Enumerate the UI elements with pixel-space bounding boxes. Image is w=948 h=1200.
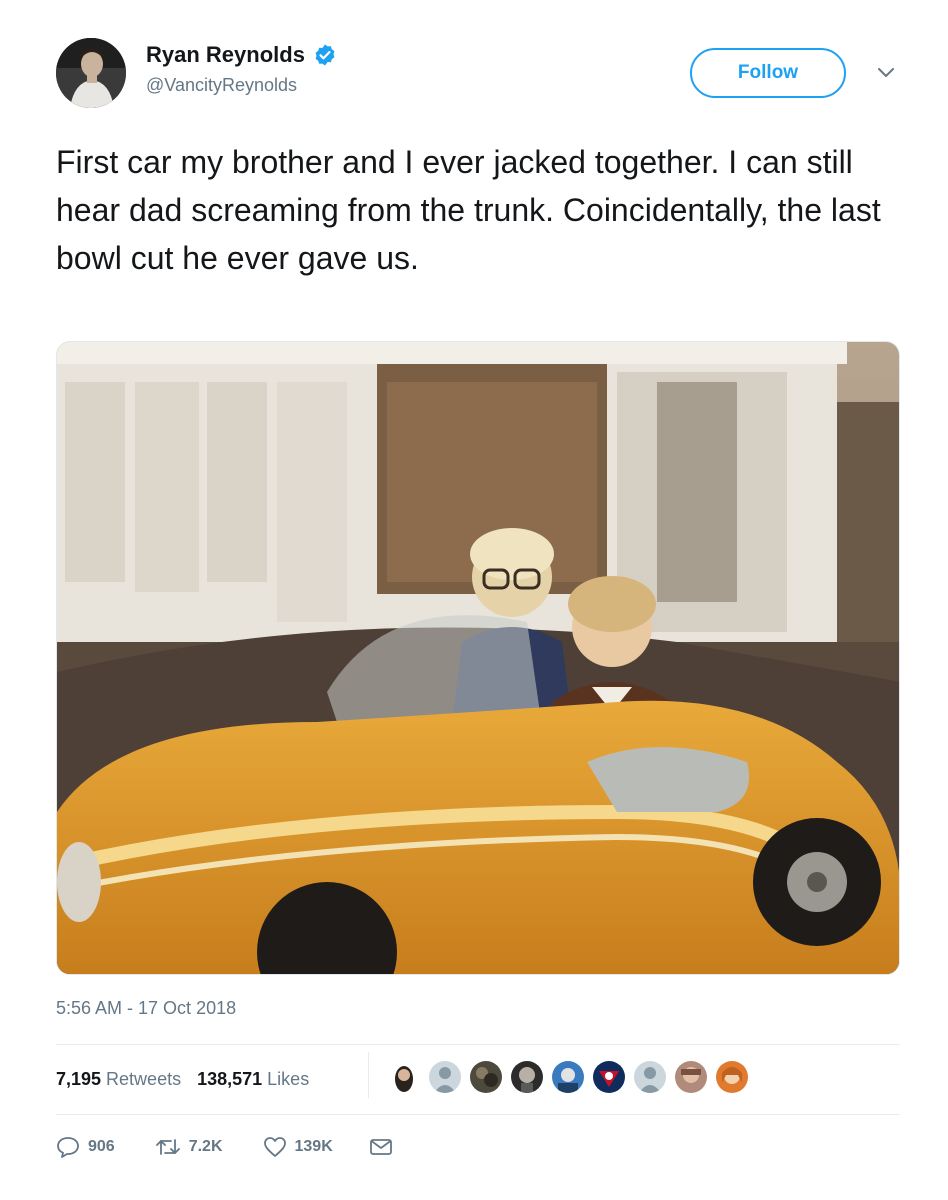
divider	[56, 1114, 900, 1115]
direct-message-button[interactable]	[369, 1137, 401, 1157]
reply-icon	[57, 1137, 79, 1158]
reply-count: 906	[88, 1138, 115, 1155]
liker-avatar[interactable]	[388, 1061, 420, 1093]
tweet-text: First car my brother and I ever jacked t…	[56, 144, 881, 276]
like-button[interactable]: 139K	[263, 1136, 333, 1158]
stats-separator	[368, 1052, 369, 1098]
author-handle[interactable]: @VancityReynolds	[146, 75, 337, 96]
like-count: 139K	[294, 1138, 333, 1155]
tweet-actions: 906 7.2K 139K	[56, 1136, 401, 1158]
liker-avatar[interactable]	[511, 1061, 543, 1093]
retweets-count[interactable]: 7,195	[56, 1069, 101, 1090]
chevron-down-icon[interactable]	[876, 66, 896, 80]
liker-avatar[interactable]	[634, 1061, 666, 1093]
liker-avatar[interactable]	[593, 1061, 625, 1093]
tweet-header: Ryan Reynolds @VancityReynolds Follow	[56, 38, 916, 114]
liker-avatar[interactable]	[716, 1061, 748, 1093]
liker-avatar[interactable]	[552, 1061, 584, 1093]
author-avatar[interactable]	[56, 38, 126, 108]
retweets-label[interactable]: Retweets	[106, 1069, 181, 1090]
envelope-icon	[369, 1139, 392, 1155]
retweet-button[interactable]: 7.2K	[155, 1137, 223, 1157]
tweet-photo[interactable]	[56, 341, 900, 975]
tweet-stats: 7,195 Retweets 138,571 Likes	[56, 1064, 309, 1094]
retweet-icon	[155, 1139, 180, 1155]
liker-avatar[interactable]	[429, 1061, 461, 1093]
liker-avatars	[388, 1061, 757, 1093]
author-display-name[interactable]: Ryan Reynolds	[146, 42, 305, 68]
liker-avatar[interactable]	[470, 1061, 502, 1093]
verified-badge-icon	[315, 44, 335, 66]
likes-label[interactable]: Likes	[267, 1069, 309, 1090]
retweet-count: 7.2K	[188, 1138, 223, 1155]
tweet-timestamp[interactable]: 5:56 AM - 17 Oct 2018	[56, 998, 236, 1019]
follow-button[interactable]: Follow	[690, 48, 846, 98]
reply-button[interactable]: 906	[56, 1136, 115, 1158]
divider	[56, 1044, 900, 1045]
liker-avatar[interactable]	[675, 1061, 707, 1093]
author-name-block: Ryan Reynolds @VancityReynolds	[146, 42, 337, 96]
likes-count[interactable]: 138,571	[197, 1069, 262, 1090]
heart-icon	[263, 1137, 286, 1157]
